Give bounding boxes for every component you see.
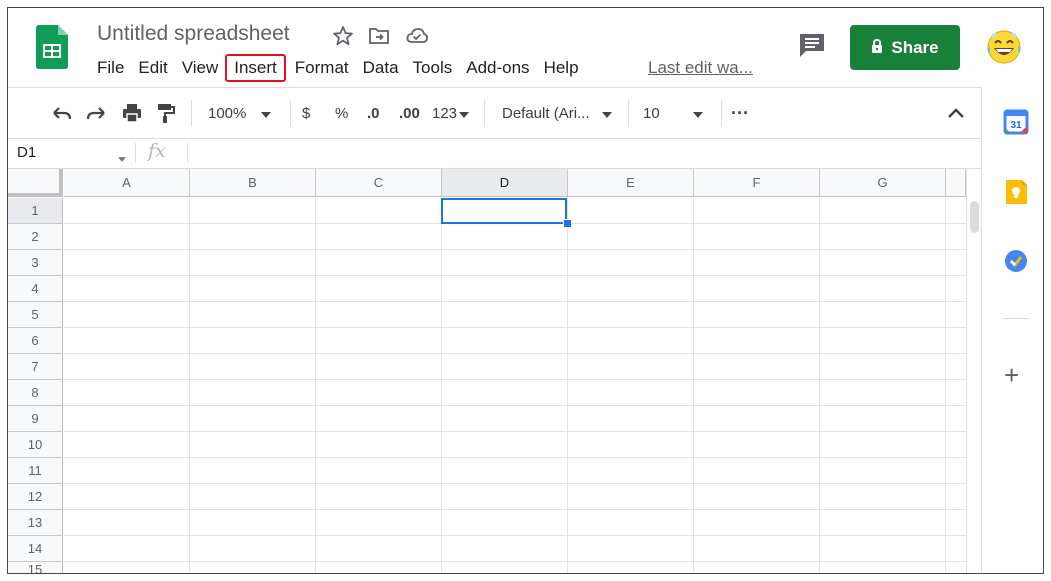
share-label: Share — [891, 37, 939, 57]
select-all-corner[interactable] — [8, 169, 63, 197]
name-box[interactable]: D1 — [17, 144, 36, 161]
cloud-saved-icon[interactable] — [405, 24, 429, 48]
menu-file[interactable]: File — [90, 56, 131, 80]
cell-area[interactable] — [64, 198, 966, 573]
undo-icon[interactable] — [50, 88, 74, 138]
row-header-8[interactable]: 8 — [8, 380, 63, 406]
menu-bar: File Edit View Insert Format Data Tools … — [90, 54, 586, 82]
avatar[interactable] — [983, 26, 1025, 68]
zoom-select[interactable]: 100% — [208, 88, 272, 138]
decrease-decimal-label: .0 — [367, 104, 380, 122]
tasks-icon[interactable] — [1003, 248, 1029, 274]
chevron-down-icon — [601, 105, 612, 122]
font-size-select[interactable]: 10 — [643, 88, 703, 138]
plus-icon[interactable]: + — [1004, 362, 1019, 388]
chevron-down-icon — [459, 105, 470, 122]
column-header-b[interactable]: B — [190, 169, 316, 197]
font-family-value: Default (Ari... — [502, 104, 590, 122]
number-format-label: 123 — [432, 104, 458, 122]
star-icon[interactable] — [331, 24, 355, 48]
lock-icon — [871, 38, 883, 58]
side-panel-divider — [1003, 318, 1029, 319]
side-panel: 31 + — [981, 87, 1043, 573]
decrease-decimal-button[interactable]: .0 — [367, 88, 380, 138]
fill-handle[interactable] — [563, 219, 572, 228]
row-header-1[interactable]: 1 — [8, 198, 63, 224]
toolbar: 100% $ % .0 .00 123 Default (Ari... 10 ·… — [8, 87, 981, 139]
increase-decimal-label: .00 — [399, 104, 420, 122]
column-header-f[interactable]: F — [694, 169, 820, 197]
calendar-icon[interactable]: 31 — [1003, 109, 1029, 135]
print-icon[interactable] — [120, 88, 144, 138]
chevron-down-icon[interactable] — [118, 149, 126, 167]
row-header-15[interactable]: 15 — [8, 562, 63, 573]
document-title[interactable]: Untitled spreadsheet — [97, 22, 290, 46]
row-header-6[interactable]: 6 — [8, 328, 63, 354]
selected-cell-d1[interactable] — [441, 198, 567, 224]
column-header-d[interactable]: D — [442, 169, 568, 197]
menu-edit[interactable]: Edit — [131, 56, 174, 80]
menu-add-ons[interactable]: Add-ons — [459, 56, 536, 80]
calendar-day: 31 — [1010, 120, 1022, 131]
row-header-7[interactable]: 7 — [8, 354, 63, 380]
increase-decimal-button[interactable]: .00 — [399, 88, 420, 138]
currency-format-button[interactable]: $ — [302, 88, 310, 138]
more-formats-select[interactable]: 123 — [432, 88, 470, 138]
comment-icon[interactable] — [798, 32, 826, 58]
row-header-2[interactable]: 2 — [8, 224, 63, 250]
row-header-11[interactable]: 11 — [8, 458, 63, 484]
move-to-folder-icon[interactable] — [367, 24, 391, 48]
fx-icon: fx — [148, 140, 166, 162]
row-header-12[interactable]: 12 — [8, 484, 63, 510]
column-header-g[interactable]: G — [820, 169, 946, 197]
row-header-9[interactable]: 9 — [8, 406, 63, 432]
app-window: Untitled spreadsheet File Edit View Inse… — [7, 7, 1044, 574]
redo-icon[interactable] — [84, 88, 108, 138]
collapse-menus-icon[interactable] — [947, 88, 965, 138]
row-header-5[interactable]: 5 — [8, 302, 63, 328]
formula-bar: D1 fx — [8, 138, 981, 169]
row-header-14[interactable]: 14 — [8, 536, 63, 562]
vertical-scrollbar[interactable] — [966, 169, 982, 573]
column-header-c[interactable]: C — [316, 169, 442, 197]
scrollbar-thumb[interactable] — [970, 201, 979, 233]
row-header-4[interactable]: 4 — [8, 276, 63, 302]
menu-help[interactable]: Help — [537, 56, 586, 80]
menu-data[interactable]: Data — [356, 56, 406, 80]
more-options-button[interactable]: ··· — [731, 88, 749, 138]
spreadsheet-grid: A B C D E F G 1 2 3 4 5 6 7 8 9 10 11 12… — [8, 169, 966, 573]
column-header-a[interactable]: A — [64, 169, 190, 197]
font-size-value: 10 — [643, 104, 660, 122]
menu-view[interactable]: View — [175, 56, 226, 80]
font-family-select[interactable]: Default (Ari... — [502, 88, 612, 138]
menu-format[interactable]: Format — [288, 56, 356, 80]
paint-format-icon[interactable] — [153, 88, 177, 138]
menu-insert[interactable]: Insert — [225, 54, 286, 82]
last-edit-link[interactable]: Last edit wa... — [648, 58, 753, 78]
chevron-down-icon — [261, 105, 272, 122]
row-header-3[interactable]: 3 — [8, 250, 63, 276]
column-header-partial — [946, 169, 966, 197]
percent-format-button[interactable]: % — [335, 88, 348, 138]
chevron-down-icon — [692, 105, 703, 122]
zoom-value: 100% — [208, 104, 247, 122]
row-header-10[interactable]: 10 — [8, 432, 63, 458]
column-header-e[interactable]: E — [568, 169, 694, 197]
sheets-logo-icon[interactable] — [36, 25, 68, 69]
menu-tools[interactable]: Tools — [406, 56, 460, 80]
formula-input[interactable] — [193, 140, 973, 166]
share-button[interactable]: Share — [850, 25, 960, 70]
row-header-13[interactable]: 13 — [8, 510, 63, 536]
keep-icon[interactable] — [1003, 179, 1029, 205]
